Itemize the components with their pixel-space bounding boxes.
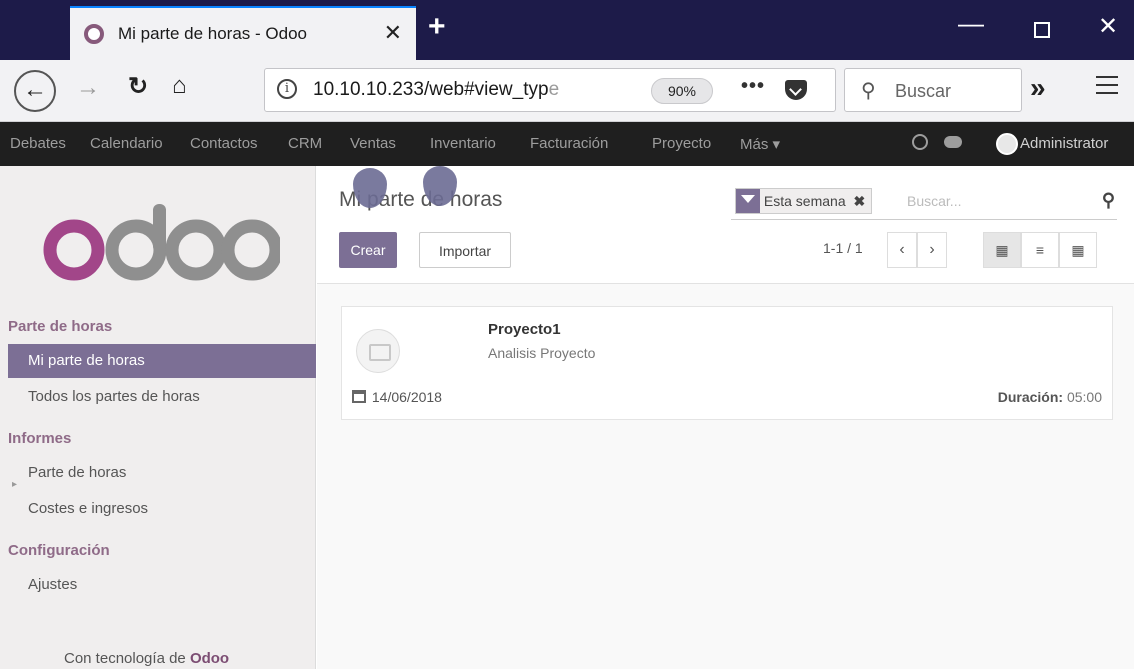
menu-mas[interactable]: Más ▾ bbox=[740, 135, 780, 153]
url-text[interactable]: 10.10.10.233/web#view_type bbox=[313, 79, 613, 101]
search-bar[interactable]: Esta semana ✖ Buscar... ⚲ bbox=[731, 184, 1117, 220]
browser-search-placeholder: Buscar bbox=[895, 81, 952, 101]
info-icon[interactable]: i bbox=[277, 79, 297, 99]
odoo-logo bbox=[43, 204, 280, 281]
create-button[interactable]: Crear bbox=[339, 232, 397, 268]
forward-arrow-icon[interactable]: → bbox=[76, 74, 100, 102]
zoom-level-badge[interactable]: 90% bbox=[651, 78, 713, 104]
menu-contactos[interactable]: Contactos bbox=[190, 135, 258, 152]
browser-tab-strip: Mi parte de horas - Odoo ✕ + — ✕ bbox=[0, 0, 1134, 60]
sidebar: Parte de horas Mi parte de horas Todos l… bbox=[0, 166, 316, 669]
card-date: 14/06/2018 bbox=[352, 389, 442, 405]
window-close-icon[interactable]: ✕ bbox=[1098, 12, 1118, 41]
menu-ventas[interactable]: Ventas bbox=[350, 135, 396, 152]
reload-icon[interactable]: ↻ bbox=[128, 72, 148, 101]
home-icon[interactable]: ⌂ bbox=[172, 72, 187, 100]
browser-tab[interactable]: Mi parte de horas - Odoo ✕ bbox=[70, 6, 416, 60]
back-arrow-icon[interactable]: ← bbox=[14, 70, 56, 112]
search-icon: ⚲ bbox=[861, 80, 876, 102]
avatar[interactable] bbox=[996, 133, 1018, 155]
minimize-icon[interactable]: — bbox=[958, 8, 984, 39]
powered-by: Con tecnología de Odoo bbox=[64, 650, 230, 667]
menu-debates[interactable]: Debates bbox=[10, 135, 66, 152]
menu-facturacion[interactable]: Facturación bbox=[530, 135, 608, 152]
facet-label: Esta semana bbox=[763, 193, 846, 209]
search-input[interactable]: Buscar... bbox=[907, 193, 961, 209]
calendar-icon bbox=[352, 390, 366, 403]
facet-remove-icon[interactable]: ✖ bbox=[854, 193, 866, 209]
clock-icon[interactable] bbox=[912, 134, 928, 150]
sidebar-item-mi-parte-de-horas[interactable]: Mi parte de horas bbox=[8, 344, 316, 378]
hamburger-icon[interactable] bbox=[1096, 76, 1118, 100]
sidebar-item-todos-los-partes[interactable]: Todos los partes de horas bbox=[0, 380, 316, 414]
new-tab-button[interactable]: + bbox=[428, 10, 446, 44]
pocket-icon[interactable] bbox=[785, 80, 807, 100]
browser-toolbar: ← → ↻ ⌂ i 10.10.10.233/web#view_type 90%… bbox=[0, 60, 1134, 122]
powered-by-link[interactable]: Odoo bbox=[190, 650, 229, 667]
odoo-favicon-icon bbox=[84, 24, 104, 44]
toolbar-overflow-button[interactable]: » bbox=[1030, 72, 1046, 104]
sidebar-section-informes: Informes bbox=[8, 430, 72, 447]
card-duration: Duración: 05:00 bbox=[997, 389, 1102, 405]
page-actions-button[interactable]: ••• bbox=[741, 75, 765, 98]
menu-calendario[interactable]: Calendario bbox=[90, 135, 163, 152]
tab-title: Mi parte de horas - Odoo bbox=[118, 24, 307, 43]
main-content: Mi parte de horas Crear Importar Esta se… bbox=[317, 166, 1134, 669]
import-button[interactable]: Importar bbox=[419, 232, 511, 268]
tab-close-icon[interactable]: ✕ bbox=[384, 20, 402, 46]
calendar-icon[interactable]: ▦ bbox=[1059, 232, 1097, 268]
pager-next-button[interactable]: › bbox=[917, 232, 947, 268]
menu-proyecto[interactable]: Proyecto bbox=[652, 135, 711, 152]
browser-search-box[interactable]: ⚲ Buscar bbox=[844, 68, 1022, 112]
user-menu[interactable]: Administrator bbox=[1020, 135, 1108, 152]
pager-value[interactable]: 1-1 / 1 bbox=[823, 240, 863, 256]
odoo-top-menu: Debates Calendario Contactos CRM Ventas … bbox=[0, 122, 1134, 166]
maximize-icon[interactable] bbox=[1034, 22, 1050, 38]
filter-icon bbox=[736, 189, 760, 213]
menu-crm[interactable]: CRM bbox=[288, 135, 322, 152]
card-title: Proyecto1 bbox=[488, 321, 561, 338]
search-icon[interactable]: ⚲ bbox=[1102, 190, 1115, 211]
sidebar-section-parte-de-horas: Parte de horas bbox=[8, 318, 113, 335]
sidebar-item-label: Parte de horas bbox=[28, 464, 127, 481]
kanban-icon[interactable]: ▦ bbox=[983, 232, 1021, 268]
sidebar-item-parte-de-horas-report[interactable]: ▸ Parte de horas bbox=[0, 456, 316, 490]
kanban-card[interactable]: Proyecto1 Analisis Proyecto 14/06/2018 D… bbox=[341, 306, 1113, 420]
list-icon[interactable]: ≡ bbox=[1021, 232, 1059, 268]
filter-facet[interactable]: Esta semana ✖ bbox=[735, 188, 873, 214]
address-bar[interactable]: i 10.10.10.233/web#view_type 90% ••• bbox=[264, 68, 836, 112]
card-subtitle: Analisis Proyecto bbox=[488, 345, 596, 361]
sidebar-item-ajustes[interactable]: Ajustes bbox=[0, 568, 316, 602]
record-image-placeholder-icon bbox=[356, 329, 400, 373]
menu-inventario[interactable]: Inventario bbox=[430, 135, 496, 152]
sidebar-section-configuracion: Configuración bbox=[8, 542, 110, 559]
chat-icon[interactable] bbox=[944, 136, 962, 148]
sidebar-item-costes-e-ingresos[interactable]: Costes e ingresos bbox=[0, 492, 316, 526]
control-panel: Mi parte de horas Crear Importar Esta se… bbox=[317, 166, 1134, 284]
pager-previous-button[interactable]: ‹ bbox=[887, 232, 917, 268]
